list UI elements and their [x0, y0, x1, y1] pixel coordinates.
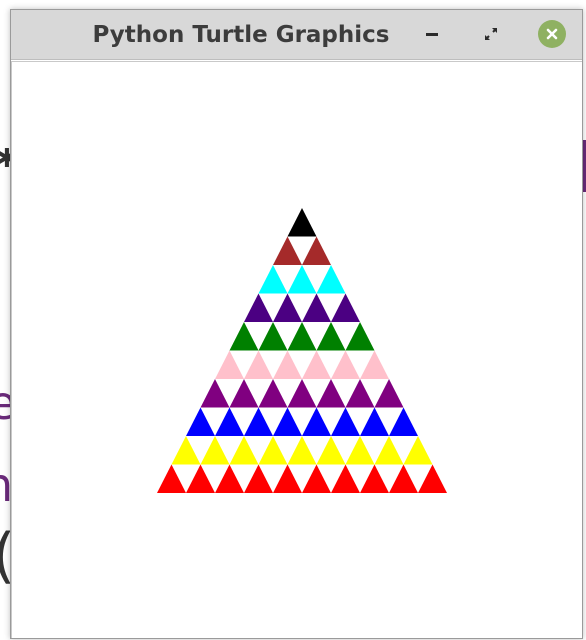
pyramid-triangle [244, 350, 273, 379]
pyramid-triangle [389, 464, 418, 493]
triangle-pyramid-drawing [157, 208, 447, 493]
pyramid-triangle [331, 407, 360, 436]
maximize-icon [485, 28, 497, 40]
pyramid-triangle [186, 407, 215, 436]
pyramid-triangle [244, 407, 273, 436]
pyramid-triangle [316, 322, 346, 351]
pyramid-triangle [302, 407, 331, 436]
pyramid-triangle [345, 379, 375, 408]
pyramid-triangle [186, 464, 215, 493]
pyramid-triangle [273, 293, 302, 322]
close-button[interactable] [536, 18, 568, 50]
pyramid-triangle [360, 464, 389, 493]
pyramid-triangle [418, 464, 447, 493]
pyramid-triangle [302, 236, 331, 265]
pyramid-triangle [244, 293, 273, 322]
pyramid-triangle [302, 293, 331, 322]
pyramid-triangle [229, 322, 259, 351]
pyramid-triangle [273, 407, 302, 436]
pyramid-triangle [374, 436, 404, 465]
pyramid-triangle [258, 265, 288, 294]
pyramid-triangle [258, 379, 288, 408]
pyramid-triangle [302, 464, 331, 493]
pyramid-triangle [287, 322, 317, 351]
pyramid-triangle [215, 350, 244, 379]
pyramid-triangle [345, 436, 375, 465]
title-bar[interactable]: Python Turtle Graphics [11, 10, 582, 60]
pyramid-triangle [331, 293, 360, 322]
pyramid-triangle [316, 265, 346, 294]
pyramid-triangle [345, 322, 375, 351]
close-icon [538, 20, 566, 48]
pyramid-triangle [171, 436, 201, 465]
pyramid-triangle [229, 436, 259, 465]
pyramid-triangle [360, 407, 389, 436]
pyramid-triangle [302, 350, 331, 379]
pyramid-triangle [287, 379, 317, 408]
pyramid-triangle [331, 464, 360, 493]
turtle-window: Python Turtle Graphics [10, 9, 583, 639]
pyramid-triangle [403, 436, 433, 465]
pyramid-triangle [273, 236, 302, 265]
minimize-button[interactable] [416, 18, 448, 50]
pyramid-triangle [287, 208, 317, 237]
turtle-canvas[interactable] [11, 61, 582, 638]
pyramid-triangle [316, 379, 346, 408]
pyramid-triangle [287, 436, 317, 465]
pyramid-triangle [331, 350, 360, 379]
pyramid-triangle [157, 464, 186, 493]
pyramid-triangle [215, 464, 244, 493]
pyramid-triangle [316, 436, 346, 465]
maximize-button[interactable] [475, 18, 507, 50]
pyramid-triangle [287, 265, 317, 294]
pyramid-triangle [273, 350, 302, 379]
pyramid-triangle [360, 350, 389, 379]
pyramid-triangle [273, 464, 302, 493]
pyramid-triangle [200, 379, 230, 408]
pyramid-triangle [200, 436, 230, 465]
window-title: Python Turtle Graphics [92, 22, 390, 48]
minimize-icon [426, 33, 438, 36]
pyramid-triangle [258, 322, 288, 351]
pyramid-triangle [374, 379, 404, 408]
pyramid-triangle [244, 464, 273, 493]
pyramid-triangle [229, 379, 259, 408]
pyramid-triangle [389, 407, 418, 436]
pyramid-triangle [215, 407, 244, 436]
pyramid-triangle [258, 436, 288, 465]
